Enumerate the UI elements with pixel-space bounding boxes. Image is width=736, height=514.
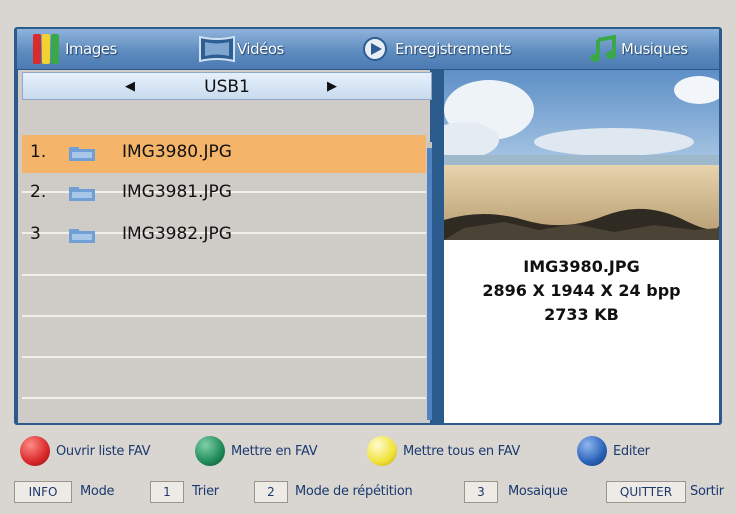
info-key-label: Mode (80, 484, 115, 499)
file-name: IMG3980.JPG (122, 142, 232, 162)
source-name: USB1 (204, 77, 250, 97)
row-divider (22, 397, 426, 399)
key-1[interactable]: 1 (150, 481, 184, 503)
tab-images[interactable]: Images (29, 29, 117, 69)
tab-recordings[interactable]: Enregistrements (359, 29, 512, 69)
green-button-hint[interactable]: Mettre en FAV (195, 433, 318, 469)
tab-music[interactable]: Musiques (587, 29, 688, 69)
media-browser-window: Images Vidéos Enregistrements Musiques ◀… (14, 27, 722, 425)
tab-videos[interactable]: Vidéos (197, 29, 284, 69)
key-hints: INFO Mode 1 Trier 2 Mode de répétition 3… (0, 478, 736, 508)
row-divider (22, 315, 426, 317)
color-button-hints: Ouvrir liste FAV Mettre en FAV Mettre to… (0, 433, 736, 469)
file-list-panel: ◀ USB1 ▶ 1. IMG3980.JPG 2. IMG3981.JPG 3 (18, 70, 432, 423)
preview-file-name: IMG3980.JPG (523, 257, 640, 276)
file-row-3[interactable]: 3 IMG3982.JPG (22, 217, 426, 255)
quit-key-label: Sortir (690, 484, 724, 499)
photo-preview (444, 70, 719, 240)
tab-images-label: Images (65, 40, 117, 58)
preview-panel: IMG3980.JPG 2896 X 1944 X 24 bpp 2733 KB (444, 70, 719, 423)
file-number: 1. (30, 142, 47, 162)
music-icon (587, 34, 621, 64)
folder-icon (69, 228, 95, 247)
recordings-icon (359, 34, 395, 64)
category-tab-bar: Images Vidéos Enregistrements Musiques (17, 29, 719, 70)
file-row-2[interactable]: 2. IMG3981.JPG (22, 175, 426, 213)
file-row-1[interactable]: 1. IMG3980.JPG (22, 135, 426, 173)
preview-dimensions: 2896 X 1944 X 24 bpp (482, 281, 681, 300)
file-number: 2. (30, 182, 47, 202)
file-name: IMG3981.JPG (122, 182, 232, 202)
tab-music-label: Musiques (621, 40, 688, 58)
yellow-button-icon (367, 436, 397, 466)
tab-recordings-label: Enregistrements (395, 40, 512, 58)
key-2-label: Mode de répétition (295, 484, 413, 499)
folder-icon (69, 186, 95, 205)
folder-icon (69, 146, 95, 165)
preview-file-size: 2733 KB (544, 305, 619, 324)
key-2[interactable]: 2 (254, 481, 288, 503)
arrow-right-icon[interactable]: ▶ (327, 73, 337, 101)
row-divider (22, 274, 426, 276)
red-button-label: Ouvrir liste FAV (56, 443, 151, 459)
red-button-hint[interactable]: Ouvrir liste FAV (20, 433, 151, 469)
row-divider (22, 356, 426, 358)
key-1-label: Trier (192, 484, 219, 499)
green-button-icon (195, 436, 225, 466)
key-3-label: Mosaique (508, 484, 568, 499)
info-key[interactable]: INFO (14, 481, 72, 503)
quit-key[interactable]: QUITTER (606, 481, 686, 503)
blue-button-hint[interactable]: Editer (577, 433, 650, 469)
scrollbar-thumb[interactable] (427, 148, 432, 420)
file-number: 3 (30, 224, 41, 244)
file-name: IMG3982.JPG (122, 224, 232, 244)
videos-icon (197, 34, 237, 64)
yellow-button-hint[interactable]: Mettre tous en FAV (367, 433, 520, 469)
images-icon (29, 32, 65, 66)
key-3[interactable]: 3 (464, 481, 498, 503)
green-button-label: Mettre en FAV (231, 443, 318, 459)
yellow-button-label: Mettre tous en FAV (403, 443, 521, 459)
blue-button-icon (577, 436, 607, 466)
tab-videos-label: Vidéos (237, 40, 284, 58)
red-button-icon (20, 436, 50, 466)
source-selector[interactable]: ◀ USB1 ▶ (22, 72, 432, 100)
blue-button-label: Editer (613, 443, 650, 459)
